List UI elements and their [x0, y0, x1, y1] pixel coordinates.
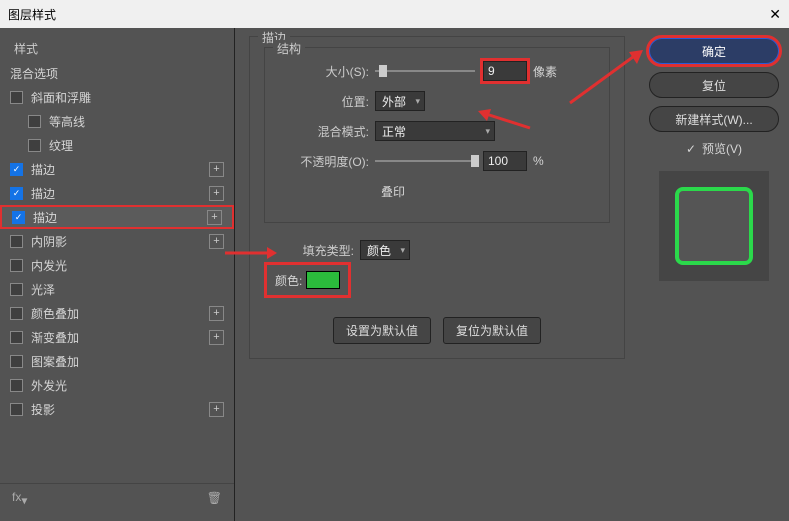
position-select[interactable]: 外部: [375, 91, 425, 111]
sidebar-item[interactable]: ✓ 描边+: [0, 157, 234, 181]
sidebar-item-label: 内发光: [31, 257, 224, 274]
right-panel: 确定 复位 新建样式(W)... ✓ 预览(V): [639, 28, 789, 521]
trash-icon[interactable]: 🗑: [207, 491, 222, 505]
add-effect-icon[interactable]: +: [209, 402, 224, 417]
sidebar-item[interactable]: 等高线: [0, 109, 234, 133]
filltype-select[interactable]: 颜色: [360, 240, 410, 260]
sidebar-item-label: 描边: [31, 161, 209, 178]
sidebar-item[interactable]: 投影+: [0, 397, 234, 421]
size-input[interactable]: [483, 61, 527, 81]
sidebar-footer: fx▾ 🗑: [0, 483, 234, 513]
style-checkbox[interactable]: [10, 307, 23, 320]
sidebar-item-label: 投影: [31, 401, 209, 418]
arrow-icon: [565, 48, 645, 108]
preview-shape: [675, 187, 753, 265]
structure-legend: 结构: [273, 40, 305, 57]
sidebar-item-label: 外发光: [31, 377, 224, 394]
style-checkbox[interactable]: [10, 403, 23, 416]
arrow-icon: [475, 108, 535, 138]
sidebar-item[interactable]: 外发光: [0, 373, 234, 397]
close-icon[interactable]: ✕: [769, 6, 781, 23]
style-checkbox[interactable]: [10, 259, 23, 272]
sidebar-header: 样式: [0, 36, 234, 61]
sidebar-item[interactable]: 颜色叠加+: [0, 301, 234, 325]
opacity-unit: %: [533, 154, 544, 168]
styles-sidebar: 样式 混合选项 斜面和浮雕等高线纹理✓描边+✓描边+✓描边+内阴影+内发光光泽颜…: [0, 28, 235, 521]
titlebar: 图层样式 ✕: [0, 0, 789, 28]
color-label: 颜色:: [275, 272, 302, 289]
add-effect-icon[interactable]: +: [207, 210, 222, 225]
sidebar-item-label: 斜面和浮雕: [31, 89, 224, 106]
center-panel: 描边 结构 大小(S): 像素 位置: 外部 混合模式: 正常: [235, 28, 639, 521]
preview-checkbox[interactable]: ✓: [686, 142, 696, 156]
sidebar-item[interactable]: 内发光: [0, 253, 234, 277]
main: 样式 混合选项 斜面和浮雕等高线纹理✓描边+✓描边+✓描边+内阴影+内发光光泽颜…: [0, 28, 789, 521]
new-style-button[interactable]: 新建样式(W)...: [649, 106, 779, 132]
add-effect-icon[interactable]: +: [209, 330, 224, 345]
style-checkbox[interactable]: [10, 379, 23, 392]
sidebar-item[interactable]: 纹理: [0, 133, 234, 157]
make-default-button[interactable]: 设置为默认值: [333, 317, 431, 344]
sidebar-item[interactable]: 斜面和浮雕: [0, 85, 234, 109]
size-slider[interactable]: [375, 70, 475, 72]
style-checkbox[interactable]: ✓: [10, 187, 23, 200]
style-checkbox[interactable]: [28, 115, 41, 128]
opacity-input[interactable]: [483, 151, 527, 171]
add-effect-icon[interactable]: +: [209, 306, 224, 321]
sidebar-item-label: 图案叠加: [31, 353, 224, 370]
style-checkbox[interactable]: ✓: [12, 211, 25, 224]
sidebar-item[interactable]: ✓ 描边+: [0, 205, 234, 229]
sidebar-item[interactable]: ✓ 描边+: [0, 181, 234, 205]
style-checkbox[interactable]: [10, 331, 23, 344]
size-label: 大小(S):: [279, 63, 369, 80]
blend-mode-label: 混合模式:: [279, 123, 369, 140]
ok-button[interactable]: 确定: [649, 38, 779, 64]
sidebar-item-label: 等高线: [49, 113, 224, 130]
blending-options[interactable]: 混合选项: [0, 61, 234, 85]
sidebar-item[interactable]: 内阴影+: [0, 229, 234, 253]
style-checkbox[interactable]: [10, 235, 23, 248]
style-checkbox[interactable]: [10, 355, 23, 368]
sidebar-item[interactable]: 渐变叠加+: [0, 325, 234, 349]
opacity-label: 不透明度(O):: [279, 153, 369, 170]
arrow-icon: [217, 238, 277, 268]
reset-default-button[interactable]: 复位为默认值: [443, 317, 541, 344]
sidebar-item-label: 纹理: [49, 137, 224, 154]
style-checkbox[interactable]: [10, 91, 23, 104]
sidebar-item-label: 混合选项: [10, 65, 224, 82]
structure-fieldset: 结构 大小(S): 像素 位置: 外部 混合模式: 正常 不透明度(O):: [264, 47, 610, 223]
preview-box: [659, 171, 769, 281]
position-label: 位置:: [279, 93, 369, 110]
sidebar-item[interactable]: 图案叠加: [0, 349, 234, 373]
color-swatch[interactable]: [306, 271, 340, 289]
cancel-button[interactable]: 复位: [649, 72, 779, 98]
style-checkbox[interactable]: ✓: [10, 163, 23, 176]
preview-label: 预览(V): [702, 140, 742, 157]
sidebar-item-label: 光泽: [31, 281, 224, 298]
overprint-label: 叠印: [381, 183, 405, 200]
add-effect-icon[interactable]: +: [209, 162, 224, 177]
style-checkbox[interactable]: [10, 283, 23, 296]
window-title: 图层样式: [8, 6, 56, 23]
sidebar-item-label: 渐变叠加: [31, 329, 209, 346]
add-effect-icon[interactable]: +: [209, 186, 224, 201]
color-row-highlight: 颜色:: [264, 262, 351, 298]
sidebar-item-label: 内阴影: [31, 233, 209, 250]
sidebar-item-label: 描边: [31, 185, 209, 202]
style-checkbox[interactable]: [28, 139, 41, 152]
sidebar-item-label: 描边: [33, 209, 207, 226]
size-unit: 像素: [533, 63, 557, 80]
filltype-label: 填充类型:: [264, 242, 354, 259]
opacity-slider[interactable]: [375, 160, 475, 162]
sidebar-item-label: 颜色叠加: [31, 305, 209, 322]
fx-icon[interactable]: fx▾: [12, 490, 27, 507]
sidebar-item[interactable]: 光泽: [0, 277, 234, 301]
